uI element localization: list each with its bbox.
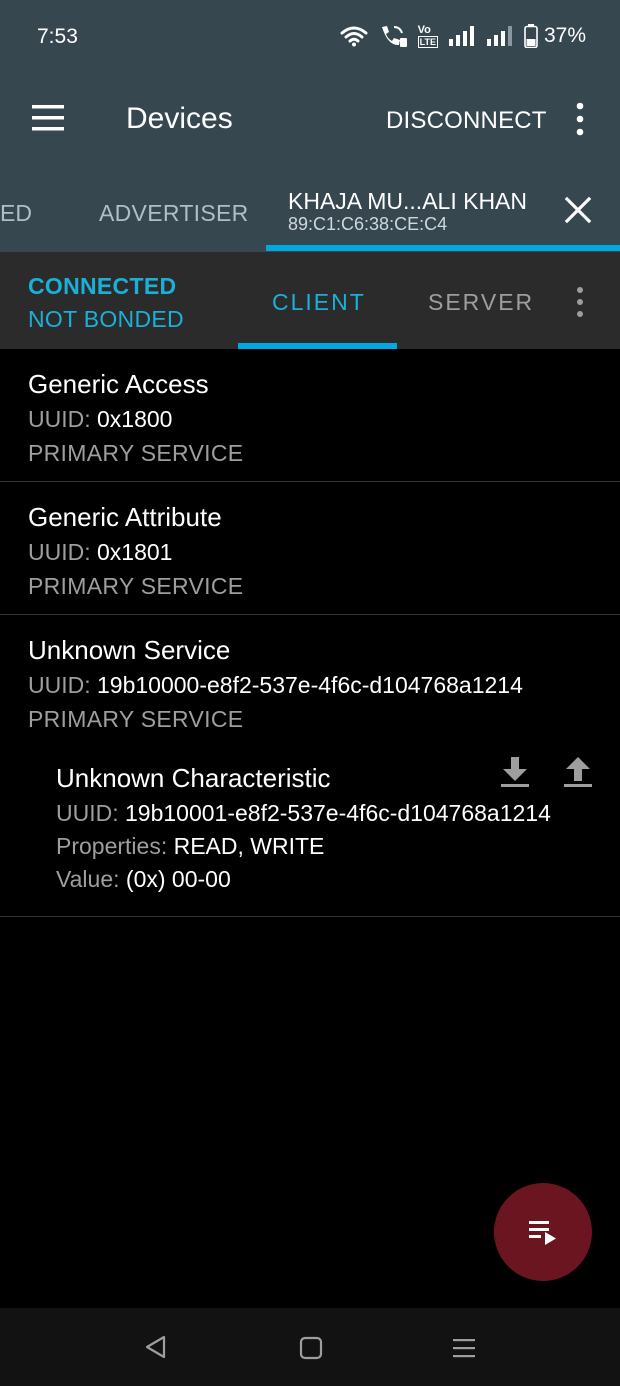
app-bar: Devices DISCONNECT (0, 75, 620, 165)
volte-top-text: Vo (417, 23, 431, 36)
status-bar: 7:53 Vo LTE 37% (0, 0, 620, 75)
read-download-icon[interactable] (498, 754, 532, 788)
home-icon[interactable] (298, 1335, 324, 1361)
close-icon[interactable] (563, 195, 593, 225)
tab-device-name[interactable]: KHAJA MU...ALI KHAN (288, 188, 527, 215)
uuid-label: UUID: (28, 672, 91, 698)
signal-icon (448, 26, 474, 46)
uuid-label: UUID: (28, 406, 91, 432)
value-value: (0x) 00-00 (125, 866, 231, 892)
connection-bar: CONNECTED NOT BONDED CLIENT SERVER (0, 252, 620, 349)
more-options-icon[interactable] (570, 101, 590, 137)
service-name: Generic Access (28, 369, 209, 399)
service-type: PRIMARY SERVICE (28, 706, 244, 732)
uuid-value: 0x1801 (97, 539, 173, 565)
service-list: Generic Access UUID: 0x1800 PRIMARY SERV… (0, 349, 620, 917)
tab-advertiser[interactable]: ADVERTISER (99, 200, 249, 227)
write-upload-icon[interactable] (561, 754, 595, 788)
uuid-label: UUID: (56, 800, 119, 826)
bond-state: NOT BONDED (28, 306, 184, 332)
service-item[interactable]: Generic Attribute UUID: 0x1801 PRIMARY S… (0, 482, 620, 615)
uuid-value: 19b10000-e8f2-537e-4f6c-d104768a1214 (97, 672, 523, 698)
tab-device-address: 89:C1:C6:38:CE:C4 (288, 214, 448, 234)
wifi-calling-icon (381, 26, 407, 47)
properties-value: READ, WRITE (173, 833, 325, 859)
device-tabs: ED ADVERTISER KHAJA MU...ALI KHAN 89:C1:… (0, 165, 620, 252)
more-options-icon-secondary[interactable] (571, 285, 589, 319)
service-type: PRIMARY SERVICE (28, 573, 244, 599)
system-nav-bar (0, 1308, 620, 1386)
service-name: Unknown Service (28, 635, 231, 665)
service-item[interactable]: Generic Access UUID: 0x1800 PRIMARY SERV… (0, 349, 620, 482)
back-icon[interactable] (143, 1334, 169, 1360)
battery-icon (524, 24, 538, 48)
recent-apps-icon[interactable] (451, 1335, 477, 1361)
hamburger-menu-icon[interactable] (30, 103, 66, 133)
service-uuid: UUID: 19b10000-e8f2-537e-4f6c-d104768a12… (28, 672, 523, 699)
volte-icon: Vo LTE (417, 23, 438, 48)
characteristic-value: Value: (0x) 00-00 (56, 866, 231, 893)
characteristic-properties: Properties: READ, WRITE (56, 833, 324, 860)
tab-partial[interactable]: ED (0, 200, 32, 227)
page-title: Devices (126, 102, 233, 135)
log-fab-button[interactable] (494, 1183, 592, 1281)
status-icons: Vo LTE 37% (340, 24, 586, 48)
characteristic-name: Unknown Characteristic (56, 763, 331, 793)
value-label: Value: (56, 866, 120, 892)
playlist-play-icon (529, 1221, 556, 1245)
wifi-icon (340, 26, 368, 47)
tab-server[interactable]: SERVER (428, 289, 534, 316)
signal-icon-2 (486, 26, 512, 46)
service-type: PRIMARY SERVICE (28, 440, 244, 466)
uuid-value: 0x1800 (97, 406, 173, 432)
disconnect-button[interactable]: DISCONNECT (386, 107, 547, 135)
service-name: Generic Attribute (28, 502, 222, 532)
uuid-label: UUID: (28, 539, 91, 565)
service-uuid: UUID: 0x1800 (28, 406, 172, 433)
characteristic-uuid: UUID: 19b10001-e8f2-537e-4f6c-d104768a12… (56, 800, 551, 827)
active-tab-indicator (266, 245, 620, 251)
service-uuid: UUID: 0x1801 (28, 539, 172, 566)
tab-client-label: CLIENT (272, 289, 366, 315)
status-time: 7:53 (37, 25, 78, 48)
properties-label: Properties: (56, 833, 168, 859)
connection-state: CONNECTED (28, 273, 177, 299)
uuid-value: 19b10001-e8f2-537e-4f6c-d104768a1214 (125, 800, 551, 826)
tab-client[interactable]: CLIENT (238, 252, 397, 349)
battery-percent: 37% (543, 24, 586, 47)
volte-bottom-text: LTE (417, 35, 438, 48)
